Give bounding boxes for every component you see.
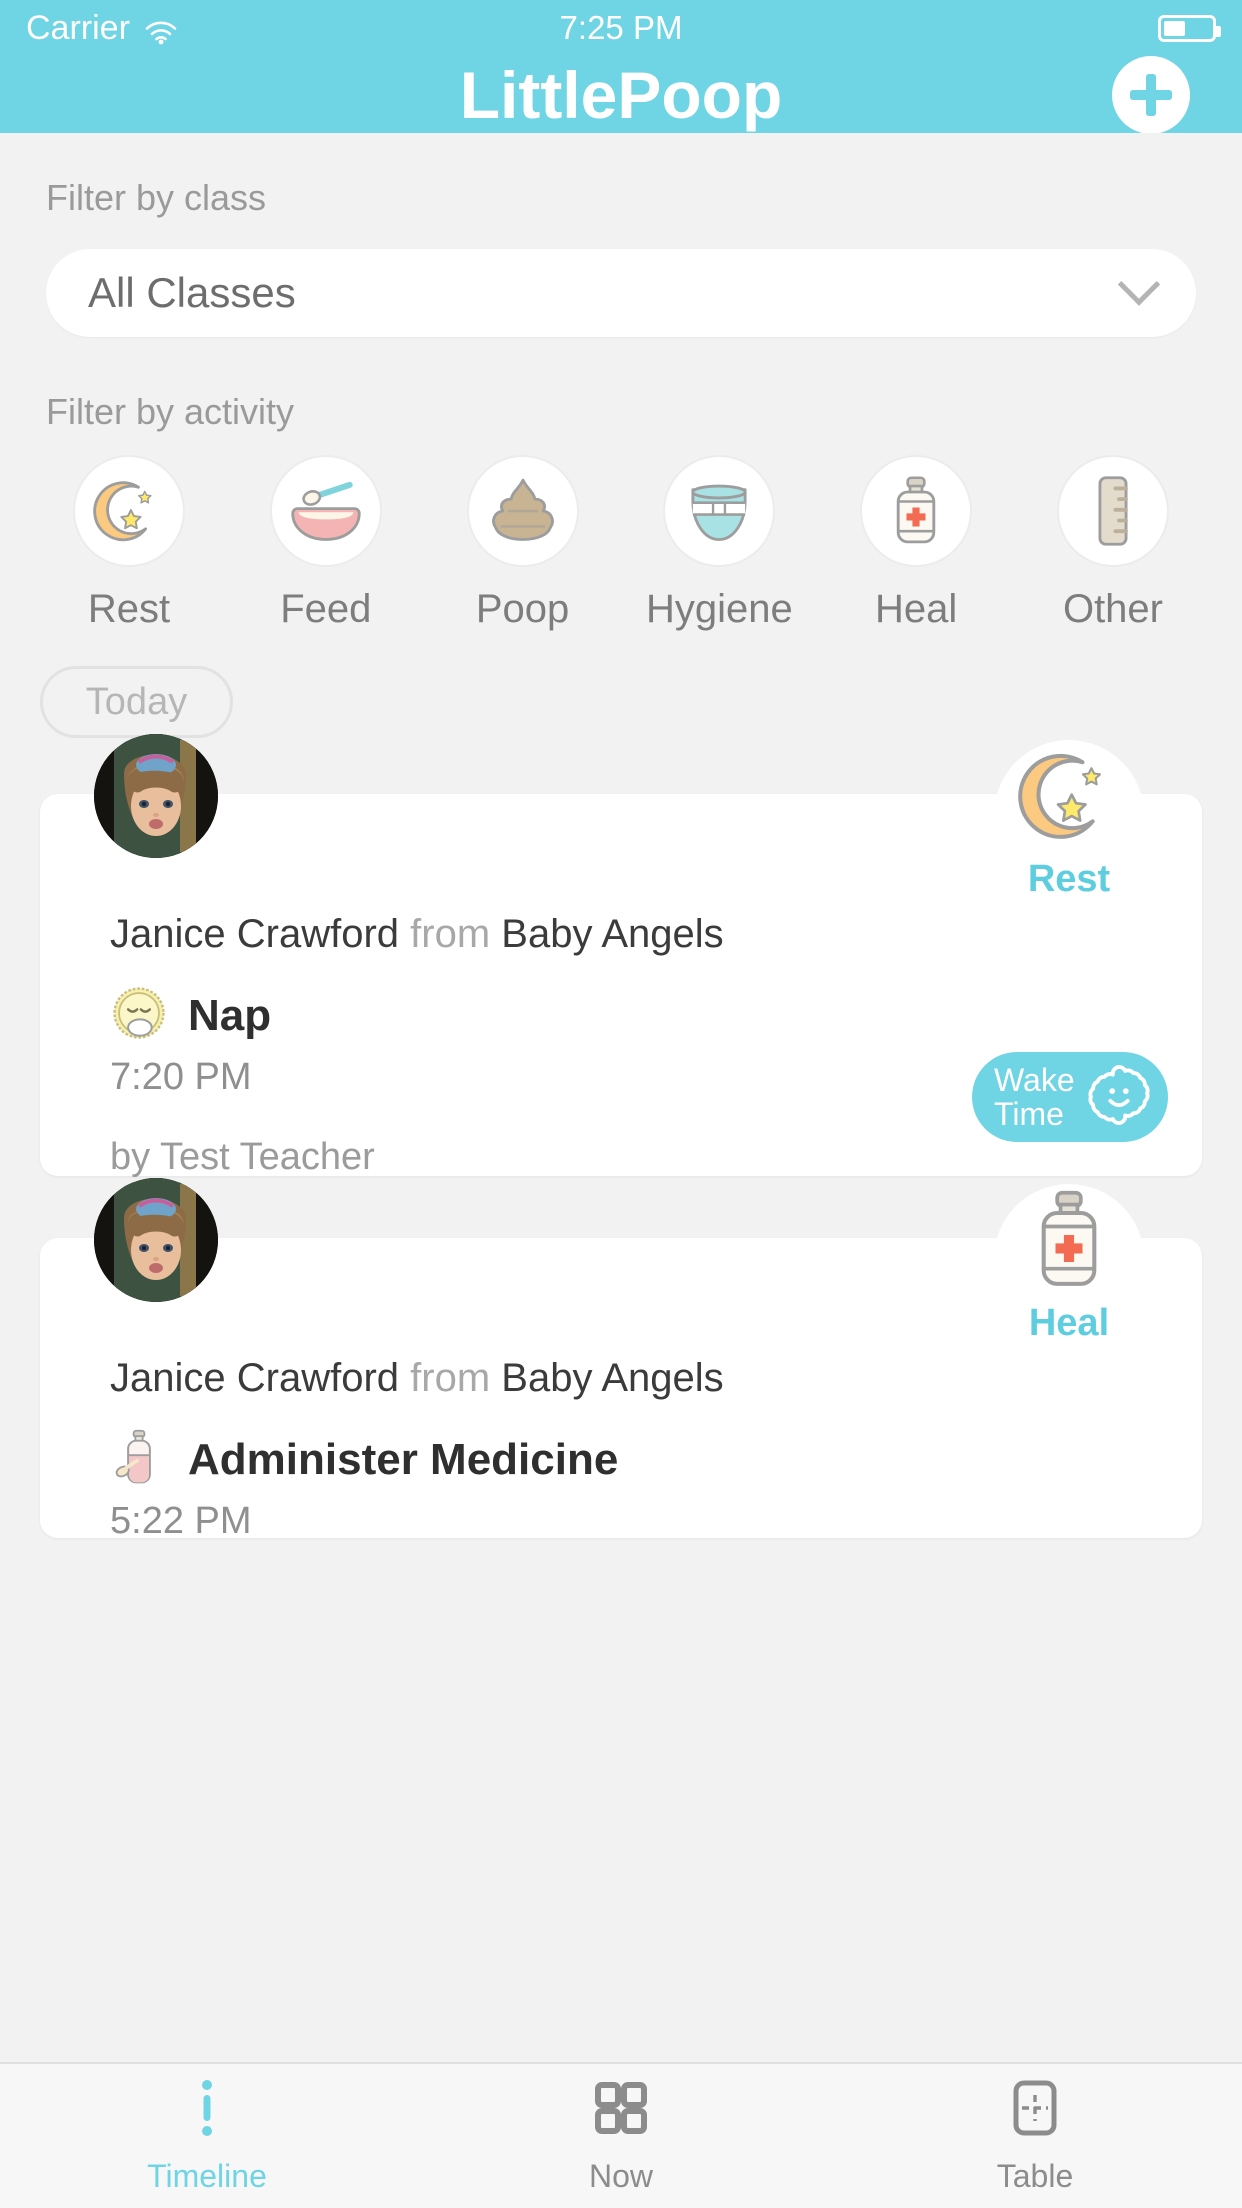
- page-title: LittlePoop: [459, 57, 783, 132]
- activity-filter-label: Hygiene: [646, 587, 793, 631]
- filter-class-label: Filter by class: [46, 177, 267, 218]
- timeline-entry-card[interactable]: Rest Janice Crawford from Baby Angels Na…: [40, 734, 1202, 1178]
- entry-activity-line: Nap: [110, 984, 271, 1047]
- sun-smile-icon: [1082, 1064, 1150, 1131]
- activity-filter-other[interactable]: Other: [1024, 455, 1202, 632]
- tab-label: Now: [588, 2158, 653, 2194]
- entry-time: 7:20 PM: [110, 1056, 252, 1098]
- medicine-bottle-icon: [860, 455, 973, 567]
- timeline: Today Rest Janice Crawford from Baby Ang…: [0, 666, 1242, 1542]
- battery-icon: [1158, 14, 1221, 42]
- plus-icon: [1130, 73, 1172, 116]
- activity-filter-poop[interactable]: Poop: [434, 455, 612, 632]
- status-bar-clock: 7:25 PM: [559, 9, 683, 46]
- add-button[interactable]: [1112, 55, 1190, 134]
- entry-time: 5:22 PM: [110, 1500, 252, 1542]
- activity-title: Administer Medicine: [188, 1434, 619, 1484]
- child-name: Janice Crawford: [110, 1356, 400, 1400]
- class-filter-value: All Classes: [88, 269, 296, 316]
- activity-filter-label: Other: [1062, 587, 1163, 631]
- activity-filter-label: Poop: [475, 587, 570, 631]
- wake-time-label-line2: Time: [994, 1096, 1064, 1132]
- medicine-bottle-pink-icon: [110, 1428, 168, 1491]
- bowl-spoon-icon: [269, 455, 382, 567]
- class-name: Baby Angels: [501, 912, 724, 956]
- tab-bar: Timeline Now Table: [0, 2062, 1242, 2208]
- category-label: Rest: [1027, 858, 1111, 900]
- grid-icon: [590, 2077, 652, 2144]
- activity-filter-label: Heal: [875, 587, 958, 631]
- activity-filter-rest[interactable]: Rest: [40, 455, 218, 632]
- timeline-day-pill[interactable]: Today: [40, 666, 233, 738]
- activity-title: Nap: [188, 990, 272, 1040]
- tab-label: Table: [996, 2158, 1074, 2194]
- class-name: Baby Angels: [501, 1356, 724, 1400]
- timeline-entry-card[interactable]: Heal Janice Crawford from Baby Angels Ad…: [40, 1178, 1202, 1542]
- moon-stars-icon: [73, 455, 185, 567]
- sleeping-sun-icon: [110, 984, 168, 1047]
- wake-time-label: Wake Time: [994, 1063, 1082, 1131]
- from-word: from: [410, 1356, 491, 1400]
- navigation-bar: LittlePoop: [0, 55, 1242, 134]
- activity-filter-hygiene[interactable]: Hygiene: [630, 455, 808, 632]
- poop-icon: [466, 455, 579, 567]
- chevron-down-icon: [1117, 263, 1161, 306]
- main-content: Filter by class All Classes Filter by ac…: [0, 133, 1242, 2062]
- category-label: Heal: [1028, 1302, 1110, 1344]
- entry-byline: by Test Teacher: [110, 1136, 375, 1178]
- wake-time-label-line1: Wake: [994, 1062, 1075, 1098]
- filter-activity-label: Filter by activity: [46, 391, 295, 432]
- status-bar-right: [1158, 14, 1221, 42]
- ruler-icon: [1056, 455, 1169, 567]
- tab-table[interactable]: Table: [828, 2064, 1242, 2208]
- from-word: from: [410, 912, 491, 956]
- tab-timeline[interactable]: Timeline: [0, 2064, 414, 2208]
- medicine-bottle-icon: [1015, 1186, 1123, 1294]
- avatar: [94, 1178, 218, 1302]
- avatar: [94, 734, 218, 858]
- diaper-icon: [663, 455, 776, 567]
- moon-stars-icon: [1015, 742, 1123, 850]
- entry-child-line: Janice Crawford from Baby Angels: [110, 1356, 724, 1401]
- timeline-icon: [176, 2077, 238, 2144]
- table-icon: [1004, 2077, 1066, 2144]
- category-badge: Rest: [994, 740, 1144, 901]
- activity-filter-feed[interactable]: Feed: [237, 455, 415, 632]
- tab-label: Timeline: [147, 2158, 267, 2194]
- wake-time-button[interactable]: Wake Time: [972, 1052, 1168, 1142]
- tab-now[interactable]: Now: [414, 2064, 828, 2208]
- activity-filter-label: Rest: [87, 587, 171, 631]
- category-badge: Heal: [994, 1184, 1144, 1345]
- status-bar: Carrier 7:25 PM: [0, 0, 1242, 56]
- child-name: Janice Crawford: [110, 912, 400, 956]
- app-root: Carrier 7:25 PM LittlePoop Filter by cla…: [0, 0, 1242, 2208]
- entry-activity-line: Administer Medicine: [110, 1428, 618, 1491]
- activity-filter-row: Rest Feed Poop Hygiene Heal Other: [0, 455, 1242, 632]
- activity-filter-heal[interactable]: Heal: [827, 455, 1005, 632]
- class-filter-select[interactable]: All Classes: [46, 249, 1196, 337]
- entry-child-line: Janice Crawford from Baby Angels: [110, 912, 724, 957]
- activity-filter-label: Feed: [280, 587, 372, 631]
